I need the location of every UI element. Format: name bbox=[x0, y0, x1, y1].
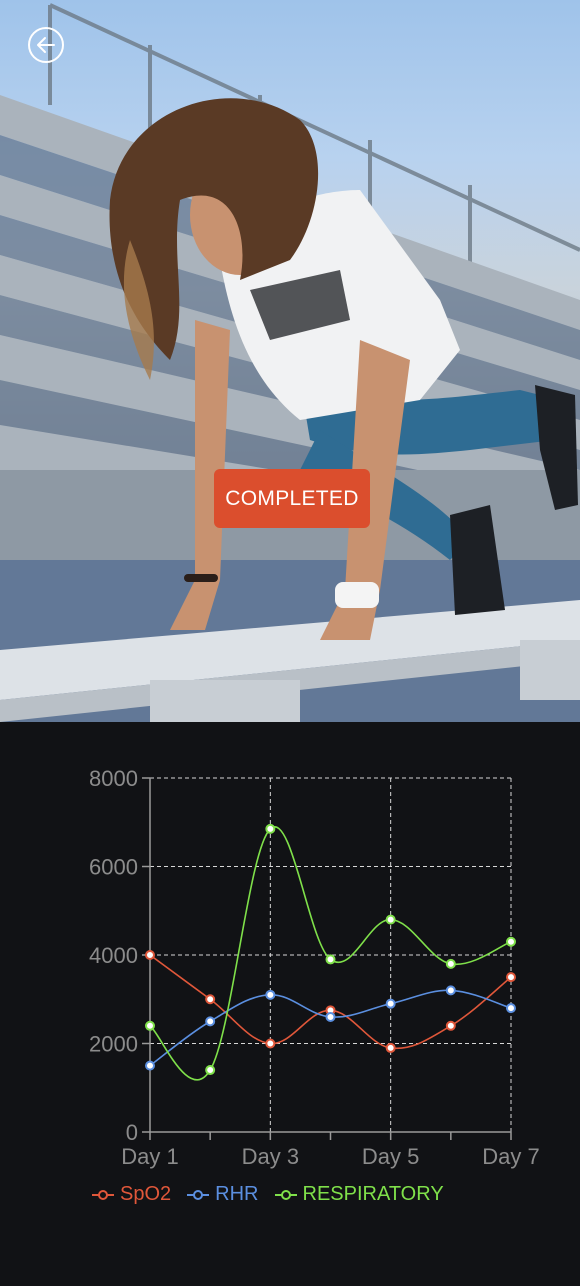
y-tick-label: 4000 bbox=[89, 943, 138, 968]
back-button[interactable] bbox=[28, 27, 64, 63]
data-point-respiratory bbox=[325, 954, 336, 965]
data-point-spo2 bbox=[145, 950, 155, 960]
series-line-rhr bbox=[149, 989, 512, 1067]
data-point-spo2 bbox=[445, 1020, 456, 1031]
data-point-respiratory bbox=[445, 958, 456, 969]
legend-marker-icon bbox=[187, 1189, 210, 1201]
series-line-respiratory bbox=[149, 826, 512, 1081]
x-tick-label: Day 7 bbox=[482, 1144, 539, 1169]
workout-hero-image: COMPLETED bbox=[0, 0, 580, 722]
data-point-rhr bbox=[205, 1016, 216, 1027]
y-tick-label: 2000 bbox=[89, 1032, 138, 1057]
legend-marker-icon bbox=[274, 1189, 297, 1201]
arrow-left-icon bbox=[37, 37, 55, 53]
data-point-respiratory bbox=[265, 823, 276, 834]
legend-item-rhr: RHR bbox=[187, 1183, 259, 1206]
data-point-spo2 bbox=[265, 1038, 276, 1049]
x-tick-label: Day 3 bbox=[242, 1144, 299, 1169]
data-point-respiratory bbox=[205, 1065, 216, 1076]
legend-item-respiratory: RESPIRATORY bbox=[274, 1183, 444, 1206]
data-point-rhr bbox=[145, 1060, 155, 1071]
data-point-spo2 bbox=[506, 972, 516, 983]
data-point-rhr bbox=[385, 998, 396, 1009]
y-tick-label: 6000 bbox=[89, 855, 138, 880]
legend-label: SpO2 bbox=[120, 1183, 172, 1205]
data-point-respiratory bbox=[385, 914, 396, 925]
y-tick-label: 0 bbox=[126, 1120, 138, 1145]
legend-marker-icon bbox=[92, 1189, 114, 1201]
legend-label: RHR bbox=[215, 1183, 259, 1205]
y-tick-label: 8000 bbox=[89, 766, 138, 791]
data-point-respiratory bbox=[145, 1020, 155, 1031]
workout-photo bbox=[0, 3, 580, 722]
data-point-respiratory bbox=[506, 936, 516, 947]
chart-legend: SpO2 RHR RESPIRATORY bbox=[92, 1183, 444, 1206]
status-badge: COMPLETED bbox=[214, 469, 370, 528]
data-point-spo2 bbox=[385, 1042, 396, 1053]
data-point-rhr bbox=[265, 989, 276, 1000]
x-tick-label: Day 1 bbox=[121, 1144, 178, 1169]
data-point-rhr bbox=[325, 1011, 336, 1022]
x-tick-label: Day 5 bbox=[362, 1144, 419, 1169]
line-chart: 0 2000 4000 6000 8000 Day 1 Day 3 Day 5 Day 7 bbox=[89, 766, 540, 1169]
data-point-rhr bbox=[445, 985, 456, 996]
data-point-spo2 bbox=[205, 994, 216, 1005]
series-line-spo2 bbox=[149, 954, 512, 1050]
legend-item-spo2: SpO2 bbox=[92, 1183, 171, 1206]
data-point-rhr bbox=[506, 1003, 516, 1014]
legend-label: RESPIRATORY bbox=[302, 1183, 444, 1205]
